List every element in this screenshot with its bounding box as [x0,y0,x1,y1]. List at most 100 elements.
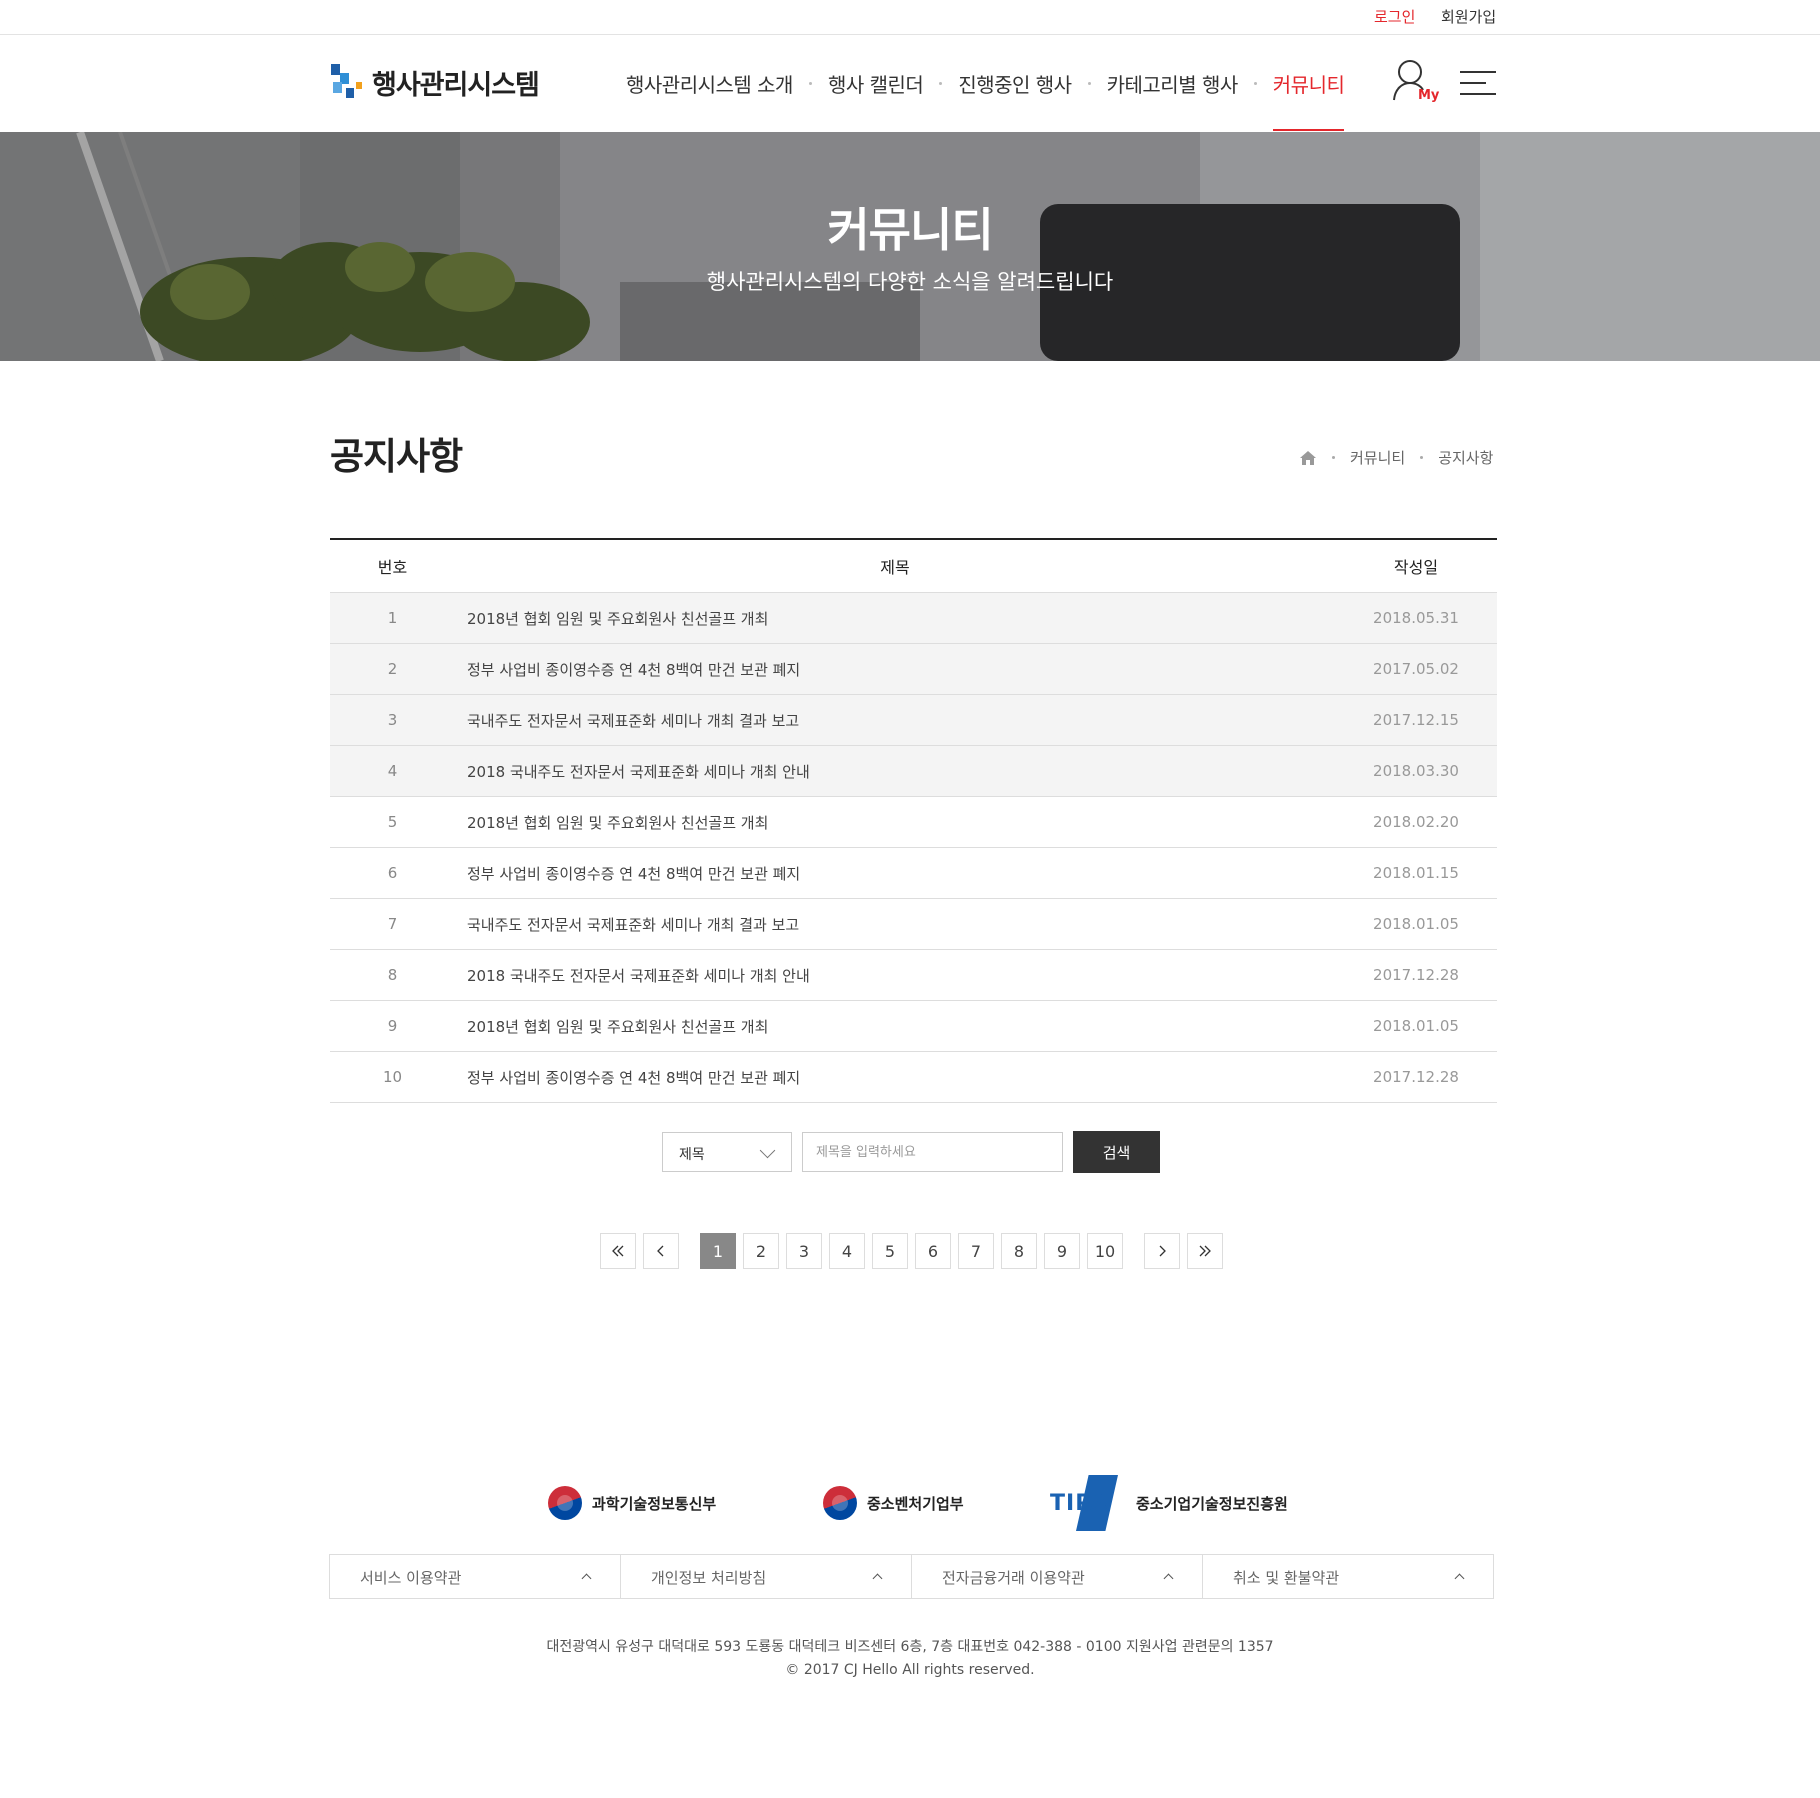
row-number: 6 [387,864,398,882]
row-title-link[interactable]: 정부 사업비 종이영수증 연 4천 8백여 만건 보관 폐지 [455,1067,1335,1088]
main-nav: 행사관리시스템 소개 행사 캘린더 진행중인 행사 카테고리별 행사 커뮤니티 [626,69,1345,131]
page-number[interactable]: 10 [1087,1233,1123,1269]
table-row[interactable]: 5 2018년 협회 임원 및 주요회원사 친선골프 개최 2018.02.20 [330,797,1497,848]
table-row[interactable]: 1 2018년 협회 임원 및 주요회원사 친선골프 개최 2018.05.31 [330,593,1497,644]
search-field-value: 제목 [679,1147,705,1163]
table-row[interactable]: 2 정부 사업비 종이영수증 연 4천 8백여 만건 보관 폐지 2017.05… [330,644,1497,695]
taegeuk-icon [823,1486,857,1520]
terms-privacy[interactable]: 개인정보 처리방침 [621,1555,912,1598]
search-field-select[interactable]: 제목 [662,1132,792,1172]
page-number[interactable]: 2 [743,1233,779,1269]
table-row[interactable]: 7 국내주도 전자문서 국제표준화 세미나 개최 결과 보고 2018.01.0… [330,899,1497,950]
table-row[interactable]: 6 정부 사업비 종이영수증 연 4천 8백여 만건 보관 폐지 2018.01… [330,848,1497,899]
row-number: 1 [387,609,398,627]
row-title-link[interactable]: 정부 사업비 종이영수증 연 4천 8백여 만건 보관 폐지 [455,659,1335,680]
row-number: 5 [387,813,398,831]
row-title-link[interactable]: 국내주도 전자문서 국제표준화 세미나 개최 결과 보고 [455,914,1335,935]
logo-mss-label: 중소벤처기업부 [867,1494,964,1513]
hero-banner: 커뮤니티 행사관리시스템의 다양한 소식을 알려드립니다 [0,132,1820,361]
prev-page-icon[interactable] [643,1233,679,1269]
page-number[interactable]: 7 [958,1233,994,1269]
first-page-icon[interactable] [600,1233,636,1269]
row-date: 2017.12.28 [1373,1068,1459,1086]
logo-msit[interactable]: 과학기술정보통신부 [548,1486,716,1520]
row-title-link[interactable]: 2018 국내주도 전자문서 국제표준화 세미나 개최 안내 [455,761,1335,782]
nav-item-ongoing[interactable]: 진행중인 행사 [958,69,1072,98]
hero-subtitle: 행사관리시스템의 다양한 소식을 알려드립니다 [706,270,1114,294]
row-title-link[interactable]: 2018년 협회 임원 및 주요회원사 친선골프 개최 [455,812,1335,833]
caret-up-icon [581,1573,592,1584]
chevron-down-icon [759,1142,776,1159]
nav-separator [808,82,812,85]
join-link[interactable]: 회원가입 [1441,6,1496,27]
logo-msit-label: 과학기술정보통신부 [592,1494,717,1513]
nav-separator [1087,82,1091,85]
tipa-logo-icon: TIPA [1050,1475,1122,1531]
row-date: 2018.03.30 [1373,762,1459,780]
terms-refund[interactable]: 취소 및 환불약관 [1203,1555,1493,1598]
terms-bar: 서비스 이용약관 개인정보 처리방침 전자금융거래 이용약관 취소 및 환불약관 [329,1554,1494,1599]
breadcrumb-notice[interactable]: 공지사항 [1438,447,1493,468]
hamburger-menu-icon[interactable] [1460,71,1496,97]
logo-mark-icon [330,62,364,102]
column-header-date: 작성일 [1393,558,1439,577]
row-date: 2018.01.05 [1373,1017,1459,1035]
logo-mss[interactable]: 중소벤처기업부 [823,1486,964,1520]
site-title: 행사관리시스템 [372,69,540,101]
row-title-link[interactable]: 정부 사업비 종이영수증 연 4천 8백여 만건 보관 폐지 [455,863,1335,884]
row-date: 2017.12.15 [1373,711,1459,729]
table-header: 번호 제목 작성일 [330,540,1497,593]
my-page-button[interactable]: My [1392,59,1439,109]
row-title-link[interactable]: 2018년 협회 임원 및 주요회원사 친선골프 개최 [455,608,1335,629]
terms-refund-label: 취소 및 환불약관 [1233,1569,1340,1587]
logo-tipa[interactable]: TIPA 중소기업기술정보진흥원 [1050,1475,1288,1531]
row-date: 2018.01.15 [1373,864,1459,882]
site-logo[interactable]: 행사관리시스템 [330,62,540,102]
row-number: 7 [387,915,398,933]
page-number[interactable]: 4 [829,1233,865,1269]
breadcrumb-separator [1332,456,1335,459]
search-button[interactable]: 검색 [1073,1131,1160,1173]
row-date: 2018.02.20 [1373,813,1459,831]
row-number: 8 [387,966,398,984]
search-input[interactable] [802,1132,1063,1172]
column-header-no: 번호 [377,558,408,577]
nav-item-community[interactable]: 커뮤니티 [1272,69,1345,131]
row-title-link[interactable]: 국내주도 전자문서 국제표준화 세미나 개최 결과 보고 [455,710,1335,731]
nav-item-intro[interactable]: 행사관리시스템 소개 [626,69,793,98]
page-number[interactable]: 6 [915,1233,951,1269]
row-date: 2018.01.05 [1373,915,1459,933]
page-title: 공지사항 [330,435,463,478]
breadcrumb-community[interactable]: 커뮤니티 [1350,447,1405,468]
page-number[interactable]: 1 [700,1233,736,1269]
nav-item-category[interactable]: 카테고리별 행사 [1107,69,1239,98]
page-number[interactable]: 9 [1044,1233,1080,1269]
column-header-title: 제목 [880,558,910,577]
table-row[interactable]: 8 2018 국내주도 전자문서 국제표준화 세미나 개최 안내 2017.12… [330,950,1497,1001]
page-number[interactable]: 3 [786,1233,822,1269]
terms-efinance[interactable]: 전자금융거래 이용약관 [912,1555,1203,1598]
breadcrumb-separator [1420,456,1424,459]
row-date: 2018.05.31 [1373,609,1459,627]
caret-up-icon [1454,1573,1465,1584]
next-page-icon[interactable] [1144,1233,1180,1269]
breadcrumb: 커뮤니티 공지사항 [1299,447,1493,468]
row-title-link[interactable]: 2018년 협회 임원 및 주요회원사 친선골프 개최 [455,1016,1335,1037]
utility-bar: 로그인 회원가입 [0,0,1820,35]
table-row[interactable]: 10 정부 사업비 종이영수증 연 4천 8백여 만건 보관 폐지 2017.1… [330,1052,1497,1103]
table-row[interactable]: 3 국내주도 전자문서 국제표준화 세미나 개최 결과 보고 2017.12.1… [330,695,1497,746]
home-icon[interactable] [1299,450,1317,466]
page-number[interactable]: 8 [1001,1233,1037,1269]
nav-item-calendar[interactable]: 행사 캘린더 [828,69,924,98]
page-number[interactable]: 5 [872,1233,908,1269]
table-row[interactable]: 9 2018년 협회 임원 및 주요회원사 친선골프 개최 2018.01.05 [330,1001,1497,1052]
notice-table: 번호 제목 작성일 1 2018년 협회 임원 및 주요회원사 친선골프 개최 … [330,538,1497,1103]
terms-efinance-label: 전자금융거래 이용약관 [942,1569,1085,1587]
terms-service[interactable]: 서비스 이용약관 [330,1555,621,1598]
search-bar: 제목 검색 [662,1131,1160,1173]
table-row[interactable]: 4 2018 국내주도 전자문서 국제표준화 세미나 개최 안내 2018.03… [330,746,1497,797]
login-link[interactable]: 로그인 [1374,6,1415,27]
row-title-link[interactable]: 2018 국내주도 전자문서 국제표준화 세미나 개최 안내 [455,965,1335,986]
last-page-icon[interactable] [1187,1233,1223,1269]
footer-copyright: © 2017 CJ Hello All rights reserved. [785,1662,1035,1678]
